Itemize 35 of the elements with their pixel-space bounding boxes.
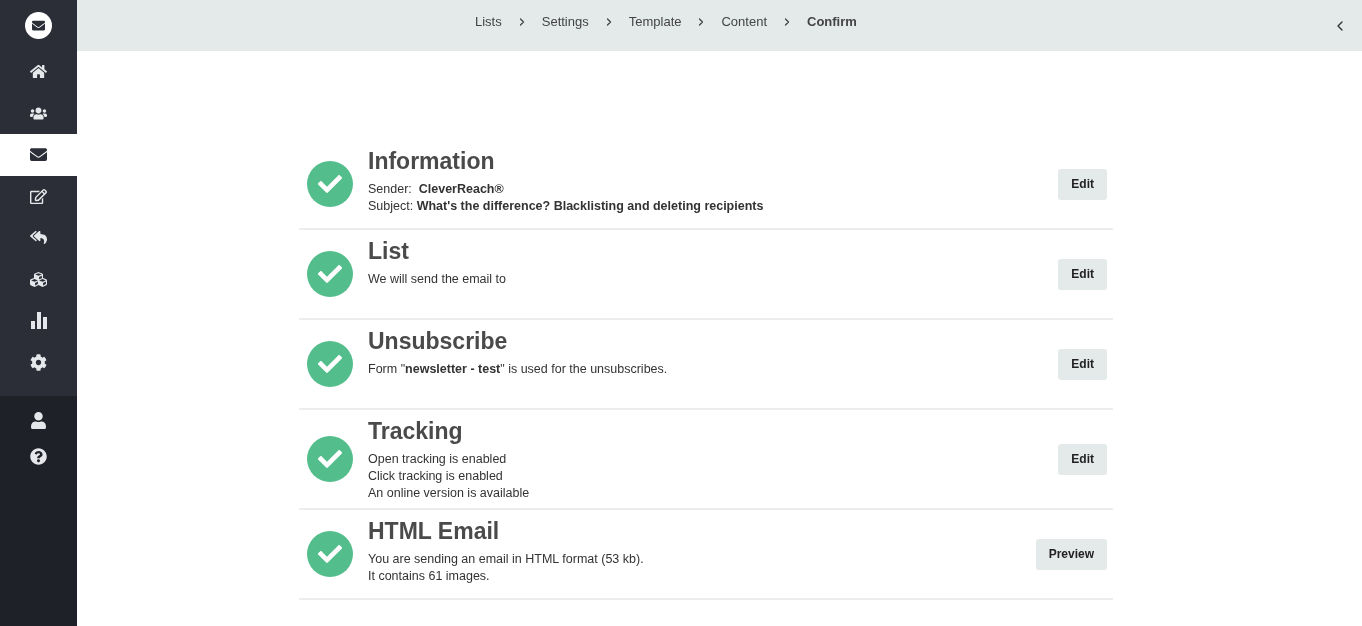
edit-button[interactable]: Edit — [1058, 443, 1107, 475]
breadcrumb-link[interactable]: Lists — [475, 14, 502, 29]
section-text: You are sending an email in HTML format (53 kb). — [368, 551, 645, 568]
section-text: Form "newsletter - test" is used for the unsubscribes. — [368, 361, 669, 378]
breadcrumb-link[interactable]: Content — [721, 14, 767, 29]
edit-icon — [30, 187, 47, 205]
section-title: Information — [368, 148, 496, 175]
section-text: Sender: CleverReach® — [368, 181, 505, 198]
settings-icon — [30, 353, 47, 371]
help-icon — [30, 447, 47, 465]
section-text: It contains 61 images. — [368, 568, 491, 585]
section-title: Tracking — [368, 418, 464, 445]
section-text: We will send the email to — [368, 271, 508, 288]
section-title: HTML Email — [368, 518, 501, 545]
breadcrumb-link[interactable]: Confirm — [807, 14, 857, 29]
section-title: List — [368, 238, 410, 265]
user-icon — [30, 411, 47, 429]
edit-button[interactable]: Edit — [1058, 258, 1107, 290]
section-text: Click tracking is enabled — [368, 468, 504, 485]
logo-icon — [25, 12, 52, 39]
bar-chart-icon — [30, 312, 47, 330]
edit-button[interactable]: Edit — [1058, 348, 1107, 380]
cubes-icon — [30, 270, 47, 288]
home-icon — [30, 63, 47, 81]
section-title: Unsubscribe — [368, 328, 509, 355]
section-text: Subject: What's the difference? Blacklisting and deleting recipients — [368, 198, 765, 215]
envelope-icon — [30, 146, 47, 164]
edit-button[interactable]: Edit — [1058, 168, 1107, 200]
sidebar-item[interactable] — [0, 134, 77, 176]
breadcrumb-link[interactable]: Template — [628, 14, 682, 29]
section-text: An online version is available — [368, 485, 531, 502]
preview-button[interactable]: Preview — [1035, 538, 1107, 570]
breadcrumb-link[interactable]: Settings — [541, 14, 589, 29]
reply-all-icon — [30, 229, 47, 247]
section-text: Open tracking is enabled — [368, 451, 508, 468]
